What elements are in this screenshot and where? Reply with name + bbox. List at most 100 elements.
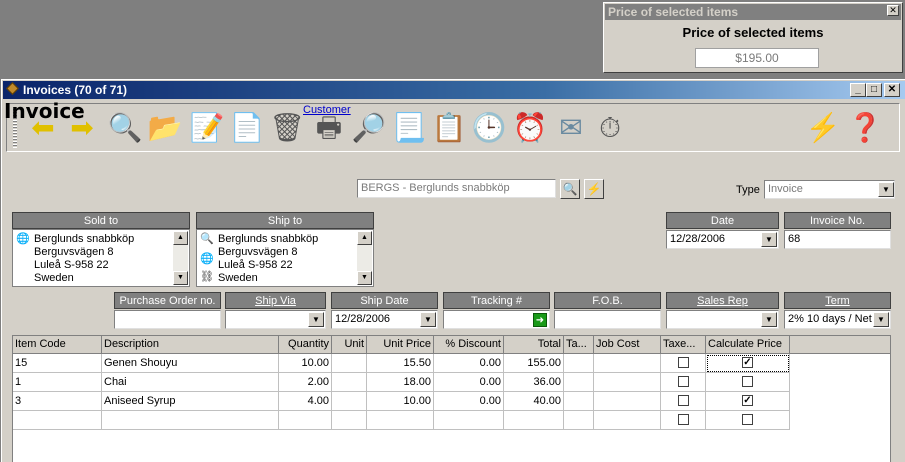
- chevron-down-icon[interactable]: ▼: [761, 232, 777, 247]
- grid-cell-unit[interactable]: [332, 373, 367, 392]
- sold-to-box[interactable]: 🌐 Berglunds snabbköp Berguvsvägen 8 Lule…: [12, 229, 190, 287]
- grid-cell-item-code[interactable]: 15: [13, 354, 102, 373]
- close-button[interactable]: ✕: [884, 83, 900, 97]
- window-title-bar[interactable]: Invoices (70 of 71): [3, 81, 905, 99]
- column-header[interactable]: Item Code: [13, 336, 102, 354]
- customer-field[interactable]: BERGS - Berglunds snabbköp: [357, 179, 556, 198]
- taxed-checkbox[interactable]: [677, 414, 689, 425]
- column-header[interactable]: Total: [504, 336, 564, 354]
- delete-document-icon[interactable]: 📋: [431, 108, 467, 148]
- scrollbar[interactable]: ▲ ▼: [173, 231, 188, 285]
- scroll-down-icon[interactable]: ▼: [357, 271, 372, 285]
- grid-cell-description[interactable]: Chai: [102, 373, 279, 392]
- grid-cell-discount[interactable]: 0.00: [434, 354, 504, 373]
- column-header[interactable]: Taxe...: [661, 336, 706, 354]
- chevron-down-icon[interactable]: ▼: [761, 312, 777, 327]
- grid-cell-tax[interactable]: [564, 411, 594, 430]
- scroll-up-icon[interactable]: ▲: [173, 231, 188, 245]
- grid-cell-job-cost[interactable]: [594, 373, 661, 392]
- go-arrow-icon[interactable]: ➜: [533, 313, 547, 327]
- new-document-icon[interactable]: 📄: [229, 108, 265, 148]
- grid-cell-quantity[interactable]: 4.00: [279, 392, 332, 411]
- grid-cell-description[interactable]: [102, 411, 279, 430]
- calculate-price-checkbox[interactable]: ✓: [742, 357, 753, 368]
- calculate-price-checkbox[interactable]: [742, 376, 753, 387]
- print-preview-icon[interactable]: 🔎: [351, 108, 387, 148]
- scroll-up-icon[interactable]: ▲: [357, 231, 372, 245]
- grid-cell-job-cost[interactable]: [594, 392, 661, 411]
- grid-cell-tax[interactable]: [564, 373, 594, 392]
- line-items-grid[interactable]: Item Code Description Quantity Unit Unit…: [12, 335, 891, 462]
- grid-cell-item-code[interactable]: 1: [13, 373, 102, 392]
- column-header[interactable]: Unit Price: [367, 336, 434, 354]
- grid-cell-discount[interactable]: [434, 411, 504, 430]
- help-icon[interactable]: ❓: [847, 108, 883, 148]
- grid-cell-total[interactable]: 155.00: [504, 354, 564, 373]
- customer-search-button[interactable]: 🔍: [560, 179, 580, 199]
- taxed-checkbox[interactable]: [677, 395, 689, 406]
- grid-cell-unit-price[interactable]: 15.50: [367, 354, 434, 373]
- customer-action-button[interactable]: ⚡: [584, 179, 604, 199]
- grid-cell-job-cost[interactable]: [594, 354, 661, 373]
- chevron-down-icon[interactable]: ▼: [873, 312, 889, 327]
- link-icon[interactable]: ⛓: [199, 271, 215, 284]
- grid-cell-item-code[interactable]: 3: [13, 392, 102, 411]
- scroll-down-icon[interactable]: ▼: [173, 271, 188, 285]
- grid-cell-unit-price[interactable]: 18.00: [367, 373, 434, 392]
- chevron-down-icon[interactable]: ▼: [420, 312, 436, 327]
- highlight-document-icon[interactable]: 📃: [391, 108, 427, 148]
- po-field[interactable]: [114, 310, 221, 329]
- close-icon[interactable]: ✕: [887, 5, 899, 16]
- ship-via-header[interactable]: Ship Via: [225, 292, 326, 309]
- calculate-price-checkbox[interactable]: [742, 414, 753, 425]
- term-header[interactable]: Term: [784, 292, 891, 309]
- minimize-button[interactable]: _: [850, 83, 866, 97]
- grid-cell-description[interactable]: Aniseed Syrup: [102, 392, 279, 411]
- grid-cell-unit[interactable]: [332, 411, 367, 430]
- invoice-no-field[interactable]: 68: [784, 230, 891, 249]
- fob-field[interactable]: [554, 310, 661, 329]
- edit-document-icon[interactable]: 📝: [189, 108, 225, 148]
- grid-cell-quantity[interactable]: 10.00: [279, 354, 332, 373]
- ship-to-box[interactable]: 🔍 🌐 ⛓ Berglunds snabbköp Berguvsvägen 8 …: [196, 229, 374, 287]
- column-header[interactable]: Quantity: [279, 336, 332, 354]
- ship-via-link[interactable]: Ship Via: [255, 295, 296, 307]
- stopwatch-icon[interactable]: ⏱: [592, 108, 628, 148]
- sales-rep-link[interactable]: Sales Rep: [697, 295, 748, 307]
- column-header[interactable]: Calculate Price: [706, 336, 790, 354]
- taxed-checkbox[interactable]: [677, 357, 689, 368]
- grid-cell-unit[interactable]: [332, 354, 367, 373]
- term-link[interactable]: Term: [825, 295, 849, 307]
- folder-icon[interactable]: 📂: [147, 108, 183, 148]
- chevron-down-icon[interactable]: ▼: [308, 312, 324, 327]
- scrollbar[interactable]: ▲ ▼: [357, 231, 372, 285]
- grid-cell-item-code[interactable]: [13, 411, 102, 430]
- taxed-checkbox[interactable]: [677, 376, 689, 387]
- grid-cell-quantity[interactable]: [279, 411, 332, 430]
- grid-cell-quantity[interactable]: 2.00: [279, 373, 332, 392]
- email-icon[interactable]: ✉: [553, 108, 589, 148]
- trash-icon[interactable]: 🗑: [269, 108, 305, 148]
- grid-cell-unit-price[interactable]: [367, 411, 434, 430]
- column-header[interactable]: Unit: [332, 336, 367, 354]
- grid-cell-discount[interactable]: 0.00: [434, 392, 504, 411]
- column-header[interactable]: % Discount: [434, 336, 504, 354]
- type-select[interactable]: Invoice: [764, 180, 895, 199]
- reminder-clock-icon[interactable]: ⏰: [512, 108, 548, 148]
- calculate-price-checkbox[interactable]: ✓: [742, 395, 753, 406]
- search-icon[interactable]: 🔍: [199, 233, 215, 246]
- sales-rep-header[interactable]: Sales Rep: [666, 292, 779, 309]
- column-header[interactable]: Job Cost: [594, 336, 661, 354]
- column-header[interactable]: Description: [102, 336, 279, 354]
- grid-cell-job-cost[interactable]: [594, 411, 661, 430]
- sync-icon[interactable]: ⚡: [805, 108, 841, 148]
- grid-cell-description[interactable]: Genen Shouyu: [102, 354, 279, 373]
- grid-cell-tax[interactable]: [564, 354, 594, 373]
- customer-link[interactable]: Customer: [303, 104, 351, 116]
- grid-cell-tax[interactable]: [564, 392, 594, 411]
- grid-cell-total[interactable]: 40.00: [504, 392, 564, 411]
- chevron-down-icon[interactable]: ▼: [878, 182, 894, 197]
- grid-cell-unit[interactable]: [332, 392, 367, 411]
- magnifier-icon[interactable]: 🔍: [107, 108, 143, 148]
- column-header[interactable]: Ta...: [564, 336, 594, 354]
